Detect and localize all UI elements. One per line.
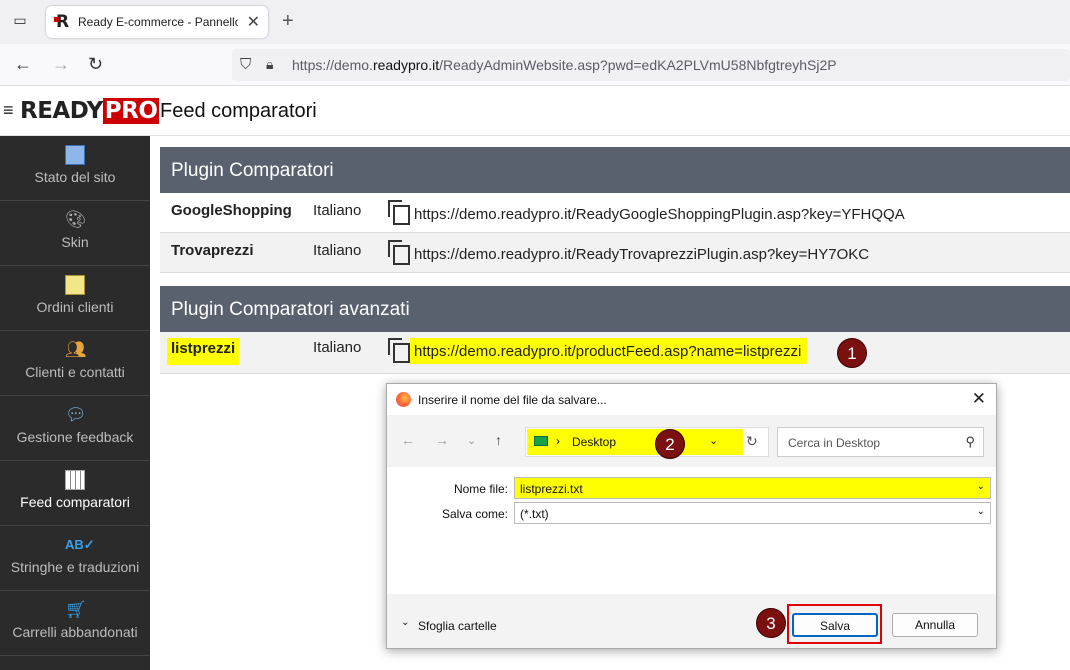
plugin-comparatori-panel: Plugin Comparatori GoogleShopping Italia… [160, 147, 1070, 273]
plugin-link[interactable]: https://demo.readypro.it/ReadyGoogleShop… [414, 206, 905, 223]
firefox-icon [396, 392, 411, 407]
panel-header: Plugin Comparatori [160, 147, 1070, 193]
cancel-button[interactable]: Annulla [892, 613, 978, 637]
desktop-folder-icon [534, 436, 548, 446]
sidebar-item-label: Ordini clienti [36, 299, 114, 315]
browse-folders-toggle[interactable]: Sfoglia cartelle [418, 619, 497, 633]
reload-icon[interactable]: ↻ [88, 54, 103, 75]
search-input[interactable]: Cerca in Desktop ⚲ [777, 427, 984, 457]
lock-icon[interactable]: 🔒︎ [266, 56, 273, 73]
sidebar-item-label: Feed comparatori [20, 494, 130, 510]
chevron-down-icon[interactable]: ⌄ [977, 506, 985, 517]
plugin-link[interactable]: https://demo.readypro.it/productFeed.asp… [410, 338, 808, 364]
sidebar-item-skin[interactable]: 🎨︎ Skin [0, 201, 150, 266]
plugin-name: Trovaprezzi [171, 242, 254, 259]
shield-icon[interactable]: ⛉ [240, 56, 251, 73]
copy-icon[interactable] [388, 338, 410, 363]
search-icon: ⚲ [965, 434, 975, 449]
plugin-name: listprezzi [167, 338, 240, 365]
search-placeholder: Cerca in Desktop [788, 436, 881, 450]
feedback-icon: 💬︎ [65, 405, 87, 424]
filename-label: Nome file: [453, 482, 508, 496]
plugin-language: Italiano [313, 202, 362, 219]
up-arrow-icon[interactable]: ↑ [495, 432, 502, 448]
savetype-label: Salva come: [441, 507, 508, 521]
close-icon[interactable]: ✕ [972, 389, 986, 409]
save-button[interactable]: Salva [792, 613, 878, 637]
sidebar-item-label: Clienti e contatti [25, 364, 125, 380]
sidebar: Stato del sito 🎨︎ Skin Ordini clienti 👥︎… [0, 136, 150, 670]
back-arrow-icon[interactable]: ← [14, 54, 32, 75]
location-label[interactable]: Desktop [572, 435, 616, 449]
url-text[interactable]: https://demo.readypro.it/ReadyAdminWebsi… [292, 57, 837, 73]
sidebar-item-carrelli-abbandonati[interactable]: 🛒︎ Carrelli abbandonati [0, 591, 150, 656]
sidebar-item-label: Carrelli abbandonati [12, 624, 138, 640]
dialog-navigation: ← → ⌄ ↑ › Desktop ⌄ ↻ Cerca in Desktop ⚲ [387, 415, 996, 467]
close-tab-icon[interactable]: ✕ [247, 12, 260, 32]
panel-header: Plugin Comparatori avanzati [160, 286, 1070, 332]
plugin-name: GoogleShopping [171, 202, 292, 219]
sidebar-item-label: Gestione feedback [16, 429, 134, 445]
plugin-link[interactable]: https://demo.readypro.it/ReadyTrovaprezz… [414, 246, 869, 263]
sidebar-item-gestione-feedback[interactable]: 💬︎ Gestione feedback [0, 396, 150, 461]
savetype-value[interactable]: (*.txt) [520, 507, 549, 521]
browser-navigation-bar: ← → ↻ ⛉ 🔒︎ https://demo.readypro.it/Read… [0, 44, 1070, 86]
hamburger-menu-icon[interactable]: ≡ [3, 100, 14, 121]
tab-list-icon[interactable]: ▭ [10, 12, 30, 32]
savetype-select[interactable]: (*.txt) ⌄ [514, 502, 991, 524]
app-header: ≡ READYPRO Feed comparatori [0, 86, 1070, 136]
chevron-down-icon[interactable]: ⌄ [401, 617, 409, 628]
sidebar-item-stringhe-e-traduzioni[interactable]: AB✓ Stringhe e traduzioni [0, 526, 150, 591]
grid-icon [65, 470, 85, 490]
copy-icon[interactable] [388, 240, 410, 265]
filename-field[interactable]: listprezzi.txt ⌄ [514, 477, 991, 499]
chevron-down-icon[interactable]: ⌄ [709, 434, 718, 447]
step-badge: 1 [837, 338, 867, 368]
location-breadcrumb[interactable]: › Desktop ⌄ ↻ [525, 427, 769, 457]
refresh-icon[interactable]: ↻ [746, 433, 758, 450]
forward-arrow-icon[interactable]: → [435, 432, 449, 448]
step-badge: 3 [756, 608, 786, 638]
filename-value[interactable]: listprezzi.txt [520, 482, 583, 496]
save-file-dialog: Inserire il nome del file da salvare... … [386, 383, 997, 649]
address-bar[interactable]: ⛉ 🔒︎ https://demo.readypro.it/ReadyAdmin… [232, 49, 1070, 81]
site-status-icon [65, 145, 85, 165]
copy-icon[interactable] [388, 200, 410, 225]
sidebar-item-label: Stato del sito [34, 169, 116, 185]
sidebar-item-label: Stringhe e traduzioni [10, 559, 140, 575]
dialog-titlebar: Inserire il nome del file da salvare... … [387, 384, 996, 415]
cart-icon: 🛒︎ [65, 600, 87, 619]
new-tab-icon[interactable]: + [282, 10, 294, 33]
sidebar-item-label: Skin [61, 234, 89, 250]
table-row: Trovaprezzi Italiano https://demo.readyp… [160, 233, 1070, 273]
sidebar-item-feed-comparatori[interactable]: Feed comparatori [0, 461, 150, 526]
plugin-language: Italiano [313, 242, 362, 259]
sidebar-item-ordini-clienti[interactable]: Ordini clienti [0, 266, 150, 331]
back-arrow-icon[interactable]: ← [401, 432, 415, 448]
contacts-icon: 👥︎ [65, 340, 87, 359]
dialog-footer: ⌄ Sfoglia cartelle 3 Salva Annulla [387, 594, 996, 648]
tab-title: Ready E-commerce - Pannello [78, 15, 238, 29]
browser-tab[interactable]: ▪ R Ready E-commerce - Pannello ✕ [46, 6, 268, 38]
table-row: listprezzi Italiano https://demo.readypr… [160, 332, 1070, 374]
plugin-comparatori-avanzati-panel: Plugin Comparatori avanzati listprezzi I… [160, 286, 1070, 374]
readypro-logo[interactable]: READYPRO [20, 98, 160, 124]
palette-icon: 🎨︎ [65, 210, 87, 229]
plugin-language: Italiano [313, 339, 362, 356]
forward-arrow-icon[interactable]: → [52, 54, 70, 75]
translate-icon: AB✓ [65, 537, 95, 552]
browser-tab-bar: ▭ ▪ R Ready E-commerce - Pannello ✕ + [0, 0, 1070, 44]
chevron-down-icon[interactable]: ⌄ [467, 434, 476, 447]
table-row: GoogleShopping Italiano https://demo.rea… [160, 193, 1070, 233]
dialog-title: Inserire il nome del file da salvare... [418, 393, 607, 407]
sidebar-item-clienti-e-contatti[interactable]: 👥︎ Clienti e contatti [0, 331, 150, 396]
sidebar-item-stato-del-sito[interactable]: Stato del sito [0, 136, 150, 201]
chevron-down-icon[interactable]: ⌄ [977, 481, 985, 492]
page-title: Feed comparatori [160, 100, 317, 122]
step-badge: 2 [655, 429, 685, 459]
orders-icon [65, 275, 85, 295]
chevron-right-icon: › [556, 434, 560, 448]
readypro-favicon-icon: ▪ R [53, 12, 70, 32]
